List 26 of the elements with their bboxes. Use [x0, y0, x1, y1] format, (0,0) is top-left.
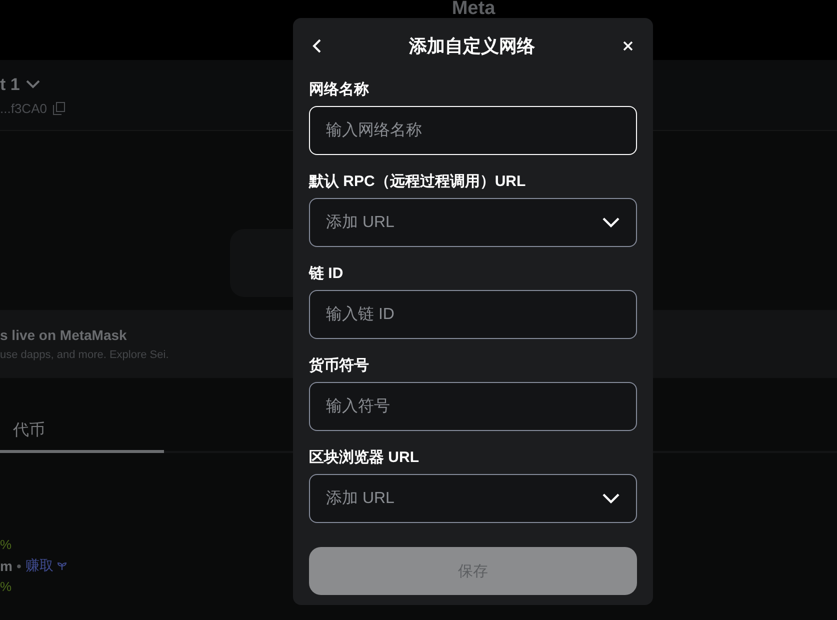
field-label: 链 ID: [309, 264, 344, 284]
chevron-down-icon: [602, 493, 620, 504]
chevron-down-icon: [602, 217, 620, 228]
close-icon: [621, 39, 635, 53]
separator: •: [16, 558, 22, 574]
input-field[interactable]: 输入符号: [309, 382, 637, 431]
sprout-icon: [57, 560, 68, 570]
token-name: m: [0, 558, 12, 574]
tab[interactable]: 代币: [0, 411, 164, 453]
account-address: ...f3CA0: [0, 100, 47, 116]
price-change: %: [0, 579, 12, 594]
account-name[interactable]: t 1: [0, 74, 20, 94]
field-label: 区块浏览器 URL: [309, 448, 420, 468]
back-icon: [311, 38, 323, 54]
field-label: 货币符号: [309, 356, 370, 376]
url-dropdown[interactable]: 添加 URL: [309, 198, 637, 247]
modal-title: 添加自定义网络: [409, 35, 535, 58]
url-dropdown[interactable]: 添加 URL: [309, 474, 637, 523]
field-label: 默认 RPC（远程过程调用）URL: [309, 172, 527, 192]
logo: Meta: [452, 0, 496, 18]
field-label: 网络名称: [309, 80, 370, 100]
earn-link[interactable]: 赚取: [25, 556, 54, 574]
banner-title: s live on MetaMask: [0, 327, 128, 343]
price-change: %: [0, 537, 12, 552]
input-field[interactable]: 输入链 ID: [309, 290, 637, 339]
chevron-down-icon[interactable]: [26, 80, 40, 89]
